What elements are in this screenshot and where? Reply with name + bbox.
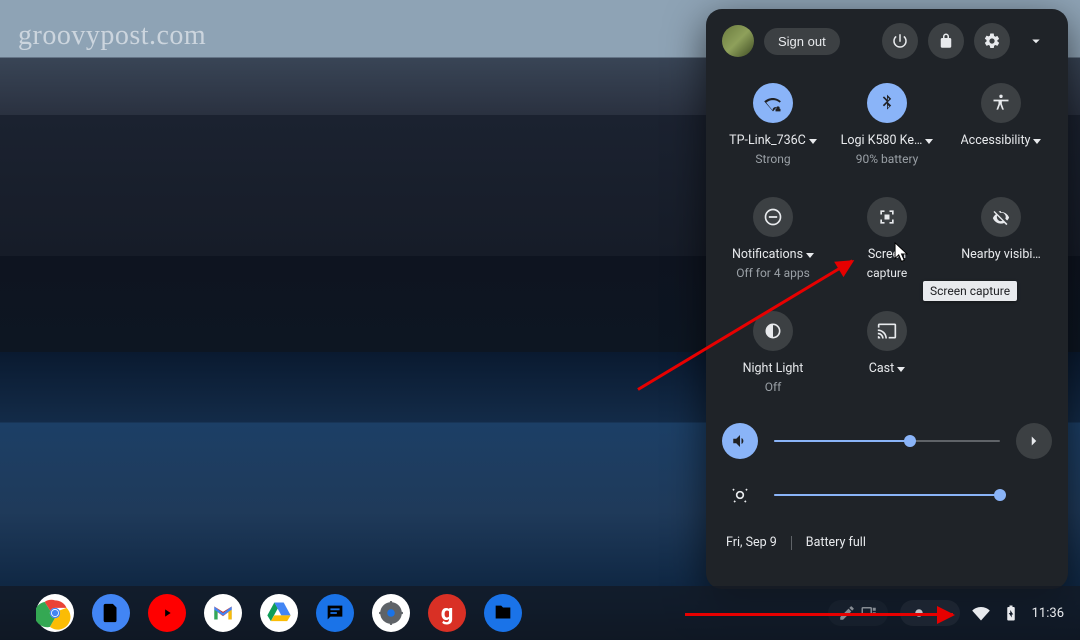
chevron-down-icon (806, 253, 814, 258)
nearby-tile[interactable]: Nearby visibi… (944, 197, 1058, 281)
docs-app-icon[interactable] (92, 594, 130, 632)
notifications-label: Notifications (732, 247, 803, 264)
brightness-row (722, 477, 1052, 513)
power-button[interactable] (882, 23, 918, 59)
cast-tile[interactable]: Cast (830, 311, 944, 395)
wifi-icon (753, 83, 793, 123)
files-app-icon[interactable] (484, 594, 522, 632)
g-app-icon[interactable]: g (428, 594, 466, 632)
volume-slider[interactable] (774, 440, 1000, 442)
watermark-text: groovypost.com (18, 20, 206, 52)
bluetooth-tile[interactable]: Logi K580 Ke… 90% battery (830, 83, 944, 167)
bluetooth-label: Logi K580 Ke… (841, 133, 923, 150)
notifications-sub: Off for 4 apps (736, 265, 810, 281)
volume-icon[interactable] (722, 423, 758, 459)
tray-wifi-icon (972, 604, 990, 622)
tiles-row-3: Night Light Off Cast (716, 311, 1058, 395)
wifi-label: TP-Link_736C (729, 133, 806, 150)
drive-app-icon[interactable] (260, 594, 298, 632)
mouse-cursor (894, 242, 909, 264)
lock-button[interactable] (928, 23, 964, 59)
settings-app-icon[interactable] (372, 594, 410, 632)
night-light-tile[interactable]: Night Light Off (716, 311, 830, 395)
nearby-label: Nearby visibi… (961, 247, 1041, 264)
screen-capture-icon (867, 197, 907, 237)
cast-label: Cast (869, 361, 894, 378)
sign-out-button[interactable]: Sign out (764, 28, 840, 55)
night-light-sub: Off (765, 379, 782, 395)
wifi-sub: Strong (755, 151, 790, 167)
collapse-button[interactable] (1020, 32, 1052, 50)
accessibility-label: Accessibility (961, 133, 1031, 150)
chevron-down-icon (897, 367, 905, 372)
messages-app-icon[interactable] (316, 594, 354, 632)
screen-capture-label2: capture (867, 265, 907, 281)
footer-battery: Battery full (806, 535, 866, 550)
night-light-label: Night Light (743, 361, 804, 378)
dnd-icon (753, 197, 793, 237)
tray-clock: 11:36 (1032, 606, 1064, 621)
notifications-tile[interactable]: Notifications Off for 4 apps (716, 197, 830, 281)
brightness-icon[interactable] (722, 477, 758, 513)
footer-date: Fri, Sep 9 (726, 535, 777, 550)
cast-icon (867, 311, 907, 351)
volume-row (722, 423, 1052, 459)
chevron-down-icon (809, 139, 817, 144)
visibility-off-icon (981, 197, 1021, 237)
audio-output-button[interactable] (1016, 423, 1052, 459)
annotation-arrow-2 (685, 613, 953, 616)
bluetooth-icon (867, 83, 907, 123)
screen-capture-tooltip: Screen capture (923, 281, 1017, 301)
tiles-row-2: Notifications Off for 4 apps Screen capt… (716, 197, 1058, 281)
panel-header: Sign out (716, 23, 1058, 59)
shelf-apps: g (16, 594, 522, 632)
panel-footer: Fri, Sep 9 Battery full (716, 531, 1058, 550)
brightness-slider[interactable] (774, 494, 1000, 496)
youtube-app-icon[interactable] (148, 594, 186, 632)
chevron-down-icon (1033, 139, 1041, 144)
accessibility-tile[interactable]: Accessibility (944, 83, 1058, 167)
chevron-down-icon (925, 139, 933, 144)
settings-button[interactable] (974, 23, 1010, 59)
gmail-app-icon[interactable] (204, 594, 242, 632)
tiles-row-1: TP-Link_736C Strong Logi K580 Ke… 90% ba… (716, 83, 1058, 167)
tray-battery-icon (1002, 604, 1020, 622)
wifi-tile[interactable]: TP-Link_736C Strong (716, 83, 830, 167)
accessibility-icon (981, 83, 1021, 123)
sliders (716, 423, 1058, 513)
user-avatar[interactable] (722, 25, 754, 57)
bluetooth-sub: 90% battery (856, 151, 919, 167)
chrome-app-icon[interactable] (36, 594, 74, 632)
footer-separator (791, 536, 792, 550)
